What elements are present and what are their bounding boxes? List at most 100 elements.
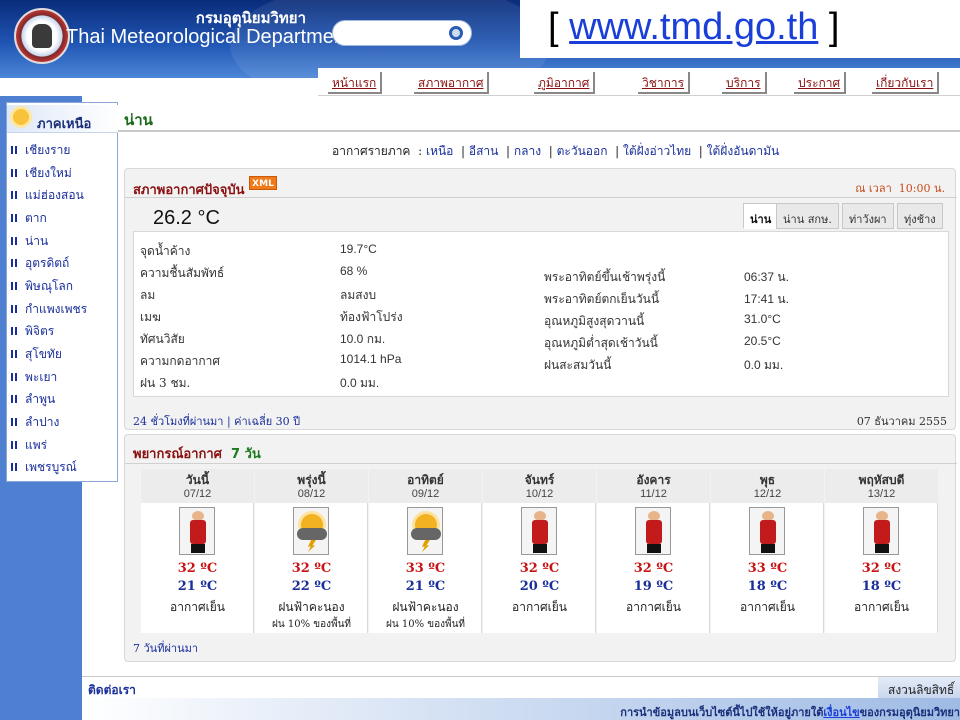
divider [125,463,957,464]
day-date: 13/12 [867,488,896,500]
sidebar-item-phichit[interactable]: พิจิตร [11,322,54,342]
nav-climate[interactable]: ภูมิอากาศ [534,72,596,94]
sidebar-item-label: เชียงใหม่ [25,166,72,180]
obs-label-pressure: ความกดอากาศ [140,354,221,368]
bullet-icon [11,237,19,245]
search-icon[interactable] [449,26,463,40]
sidebar-item-label: สุโขทัย [25,347,62,361]
main-content: น่าน อากาศรายภาค : เหนือ | อีสาน | กลาง … [118,96,960,676]
min-temp: 20 ºC [519,579,560,594]
observations-box: จุดน้ำค้าง 19.7°C ความชื้นสัมพัทธ์ 68 % … [133,231,949,397]
min-temp: 19 ºC [633,579,674,594]
sidebar-item-uttaradit[interactable]: อุตรดิตถ์ [11,254,69,274]
min-temp: 18 ºC [747,579,788,594]
nav-announce[interactable]: ประกาศ [794,72,847,94]
obs-label-cloud: เมฆ [140,310,161,324]
cold-person-icon [749,507,785,555]
condition: อากาศเย็น [854,600,909,614]
sidebar-item-sukhothai[interactable]: สุโขทัย [11,345,62,365]
sidebar-item-phitsanulok[interactable]: พิษณุโลก [11,277,73,297]
obs-value-rain-3h: 0.0 มม. [340,376,380,390]
day-date: 11/12 [640,488,667,500]
tab-station-nan-agromet[interactable]: น่าน สกษ. [776,203,839,229]
obs-label-visibility: ทัศนวิสัย [140,332,185,346]
sidebar-item-nan[interactable]: น่าน [11,232,48,252]
footer-bar: ติดต่อเรา สงวนลิขสิทธิ์ [82,676,960,699]
max-temp: 32 ºC [519,561,560,576]
sidebar-item-lampang[interactable]: ลำปาง [11,413,59,433]
xml-feed-button[interactable]: XML [249,176,277,190]
sidebar-item-label: แม่ฮ่องสอน [25,188,84,202]
day-date: 10/12 [525,488,554,500]
rain-chance: ฝน 10% ของพื้นที่ [385,619,466,630]
sidebar-item-phetchabun[interactable]: เพชรบูรณ์ [11,458,77,478]
sun-icon [13,109,29,125]
nav-academic[interactable]: วิชาการ [638,72,691,94]
nav-about[interactable]: เกี่ยวกับเรา [872,72,940,94]
forecast-title-label: พยากรณ์อากาศ [133,447,222,462]
current-temperature: 26.2 °C [153,207,220,229]
terms-link[interactable]: เงื่อนไข [823,706,859,719]
region-title-label: ภาคเหนือ [37,117,92,132]
obs-label-min-today: อุณหภูมิต่ำสุดเช้าวันนี้ [544,336,658,350]
forecast-days-label: 7 วัน [231,447,261,462]
department-name-english: Thai Meteorological Department [66,26,351,48]
sidebar-item-tak[interactable]: ตาก [11,209,47,229]
forecast-day: จันทร์ 10/12 32 ºC 20 ºC อากาศเย็น [483,469,596,633]
min-temp: 21 ºC [177,579,218,594]
footer-note-suffix: ของกรมอุตุนิยมวิทยา [859,706,960,719]
sidebar-item-chiang-mai[interactable]: เชียงใหม่ [11,164,72,184]
obs-value-visibility: 10.0 กม. [340,332,386,346]
forecast-day: อังคาร 11/12 32 ºC 19 ºC อากาศเย็น [597,469,710,633]
sidebar-item-label: พิจิตร [25,324,55,338]
min-temp: 18 ºC [861,579,902,594]
region-link-south-andaman[interactable]: ใต้ฝั่งอันดามัน [707,144,780,158]
search-input[interactable] [332,20,472,46]
sidebar-item-chiang-rai[interactable]: เชียงราย [11,141,70,161]
footer-note: การนำข้อมูลบนเว็บไซต์นี้ไปใช้ให้อยู่ภายใ… [82,698,960,720]
condition: อากาศเย็น [512,600,567,614]
sidebar-item-kamphaeng-phet[interactable]: กำแพงเพชร [11,300,87,320]
top-navigation: หน้าแรก สภาพอากาศ ภูมิอากาศ วิชาการ บริก… [318,68,960,96]
max-temp: 32 ºC [291,561,332,576]
site-url-link[interactable]: www.tmd.go.th [569,6,818,48]
obs-value-sunrise: 06:37 น. [744,270,789,284]
sidebar-item-label: พะเยา [25,370,58,384]
region-link-northeast[interactable]: อีสาน [469,144,498,158]
sidebar-item-phrae[interactable]: แพร่ [11,436,47,456]
bullet-icon [11,441,19,449]
region-link-south-gulf[interactable]: ใต้ฝั่งอ่าวไทย [623,144,691,158]
nav-weather[interactable]: สภาพอากาศ [414,72,490,94]
bullet-icon [11,282,19,290]
obs-label-sunset: พระอาทิตย์ตกเย็นวันนี้ [544,292,660,306]
nav-home[interactable]: หน้าแรก [328,72,383,94]
sidebar-item-lamphun[interactable]: ลำพูน [11,390,55,410]
sidebar-item-label: พิษณุโลก [25,279,74,293]
bullet-icon [11,305,19,313]
observation-time-prefix: ณ เวลา [855,182,892,195]
obs-value-dewpoint: 19.7°C [340,242,377,256]
region-link-north[interactable]: เหนือ [426,144,453,158]
tab-station-tha-wang-pha[interactable]: ท่าวังผา [842,203,894,229]
region-link-east[interactable]: ตะวันออก [557,144,608,158]
tmd-logo-icon[interactable] [14,8,70,64]
condition: อากาศเย็น [740,600,795,614]
max-temp: 33 ºC [747,561,788,576]
current-conditions-panel: สภาพอากาศปัจจุบัน XML ณ เวลา 10:00 น. 26… [124,168,957,430]
forecast-day: พรุ่งนี้ 08/12 32 ºC 22 ºC ฝนฟ้าคะนอง ฝน … [255,469,368,633]
forecast-day: พุธ 12/12 33 ºC 18 ºC อากาศเย็น [711,469,824,633]
divider [125,197,957,198]
nav-services[interactable]: บริการ [722,72,767,94]
past-7-days-link[interactable]: 7 วันที่ผ่านมา [133,639,198,657]
obs-value-min-today: 20.5°C [744,334,781,348]
sidebar-item-label: น่าน [25,234,49,248]
region-link-central[interactable]: กลาง [514,144,541,158]
history-link[interactable]: 24 ชั่วโมงที่ผ่านมา | ค่าเฉลี่ย 30 ปี [133,412,300,430]
sidebar-item-label: ลำพูน [25,392,56,406]
bullet-icon [11,327,19,335]
tab-station-thung-chang[interactable]: ทุ่งช้าง [897,203,943,229]
sidebar-item-mae-hong-son[interactable]: แม่ฮ่องสอน [11,186,84,206]
sidebar-item-phayao[interactable]: พะเยา [11,368,57,388]
tab-station-nan[interactable]: น่าน [743,203,779,229]
bullet-icon [11,350,19,358]
